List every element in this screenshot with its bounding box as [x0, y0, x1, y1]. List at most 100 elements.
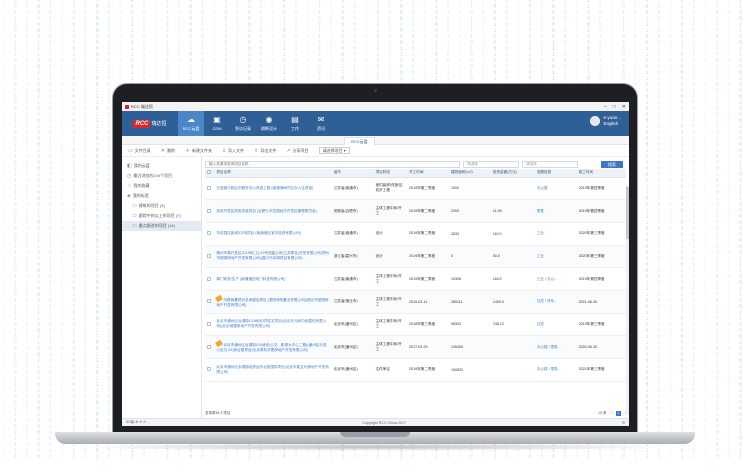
- row-checkbox[interactable]: [205, 199, 215, 223]
- tab-rcc-cloud[interactable]: RCC云盘: [344, 137, 375, 145]
- table-row[interactable]: 华宏园区新城5万吨项目 (南通港区宝华投资有限公司) 江苏省(南通市) 设计 2019…: [205, 222, 626, 246]
- cell-progress[interactable]: 工业: [534, 222, 577, 246]
- logo-text: 瑞达恒: [151, 121, 167, 127]
- column-header[interactable]: 开工时间: [407, 169, 449, 178]
- table-row[interactable]: 五冠镇行政区划服务中心改造工程 (南通港闸开区办入住改造) 江苏省(南通市) 室内装…: [205, 177, 626, 201]
- column-header[interactable]: 项目阶段: [373, 169, 408, 178]
- user-menu[interactable]: e-yuan... English: [590, 115, 621, 126]
- toolbar-button[interactable]: ✕ 删除: [161, 148, 175, 154]
- cell-progress[interactable]: 办公楼: [534, 177, 577, 201]
- nav-item[interactable]: ◷ 到访记录: [230, 111, 256, 136]
- nav-item[interactable]: ✉ 资讯: [308, 111, 334, 136]
- language-switch[interactable]: English: [603, 121, 621, 126]
- row-checkbox[interactable]: [205, 358, 215, 382]
- search-input[interactable]: [205, 160, 460, 168]
- table-row[interactable]: 北京市通州区永顺镇地质运作北苑国际项目(北京宇能互利房地产开发有限公司) 北京市(…: [205, 358, 626, 382]
- filter-select-1[interactable]: 请选择: [463, 160, 519, 168]
- nav-item[interactable]: ☁ RCC云盘: [178, 111, 204, 136]
- close-icon[interactable]: ✕: [622, 104, 626, 110]
- project-table: 项目名称 省市 项目阶段 开工时间 建筑面积(m2) 投资金额(万元) 进展信息 竣工时间 五…: [205, 169, 626, 382]
- cell-progress[interactable]: 工业: [534, 245, 577, 269]
- table-row[interactable]: 随州市某开发区2018年(工)-20号西墓公司(江苏泰仓)开发有限公司(郑州市铜…: [205, 245, 626, 269]
- nav-item[interactable]: ◉ 隔断设计: [256, 111, 282, 136]
- cell-start: 2019年第二季度: [407, 267, 449, 291]
- column-header[interactable]: 进展信息: [534, 169, 577, 178]
- minimize-icon[interactable]: –: [604, 104, 607, 110]
- rain-column: 0111101000100011100111011110100010001110…: [715, 0, 719, 460]
- row-checkbox[interactable]: [205, 290, 215, 314]
- project-name-link[interactable]: 北京市通州区台湖镇104地块(公交、影视大中心二期)(通州区示范小区万-02)综…: [214, 335, 332, 359]
- filter-select-2[interactable]: 请选择: [522, 160, 578, 168]
- column-header[interactable]: 省市: [331, 169, 374, 178]
- row-checkbox[interactable]: [205, 222, 215, 246]
- rain-column: 1111010001000111001110111101000100011100…: [95, 0, 99, 460]
- message-icon[interactable]: ✉: [622, 421, 625, 425]
- prev-page-icon[interactable]: ‹: [611, 411, 612, 415]
- next-page-icon[interactable]: ›: [625, 411, 626, 415]
- table-scrollbar[interactable]: [626, 185, 629, 415]
- nav-item[interactable]: ▤ 工作: [282, 111, 308, 136]
- row-checkbox[interactable]: [205, 267, 215, 291]
- cell-progress[interactable]: 住宅: [534, 313, 577, 337]
- cell-region: 江苏省(宿迁市): [331, 290, 374, 314]
- select-all-checkbox[interactable]: [205, 169, 215, 178]
- project-name-link[interactable]: 北京市通州区永顺镇地质运作北苑国际项目(北京宇能互利房地产开发有限公司): [214, 358, 332, 382]
- table-row[interactable]: 鸿联商置项目总承建设项目 (泗阳沭阳置业有限公司)(宿迁市富园房地产开发有限公司…: [205, 290, 626, 314]
- cell-progress[interactable]: 办公楼 / 零售...: [534, 335, 577, 359]
- column-header[interactable]: 竣工时间: [576, 169, 626, 178]
- toolbar-button[interactable]: ＋新建文件夹: [185, 147, 212, 155]
- rain-column: 1000100011100111011110100010001110011101…: [83, 0, 87, 460]
- project-name-link[interactable]: 双凤开发区风电安装项目 (合肥七丰花园经济开发区管理委员会): [214, 199, 332, 223]
- sidebar-item[interactable]: ▭ 建筑的项目 (3): [122, 201, 201, 211]
- page-size-select[interactable]: 15 条: [598, 411, 607, 416]
- column-header[interactable]: 建筑面积(m2): [448, 169, 491, 178]
- project-name-link[interactable]: 随州市某开发区2018年(工)-20号西墓公司(江苏泰仓)开发有限公司(郑州市铜…: [214, 245, 332, 269]
- project-name-link[interactable]: 鸿联商置项目总承建设项目 (泗阳沭阳置业有限公司)(宿迁市富园房地产开发有限公司…: [214, 290, 332, 314]
- search-button[interactable]: 搜索: [601, 160, 623, 168]
- project-name-link[interactable]: 五冠镇行政区划服务中心改造工程 (南通港闸开区办入住改造): [214, 177, 332, 201]
- project-name-link[interactable]: 辉门研发/生产 (南通福田电门科技有限公司): [214, 267, 332, 291]
- row-checkbox[interactable]: [205, 335, 215, 359]
- sidebar-item[interactable]: ◷ 最近浏览的100个项目: [122, 171, 201, 181]
- column-header[interactable]: 项目名称: [214, 169, 332, 178]
- row-checkbox[interactable]: [205, 313, 215, 337]
- app-screen: RCC 瑞达恒 – □ ✕ RCC 瑞达恒 ☁ RCC云盘 ▣ CRM ◷ 到访记录 ◉ 隔断…: [122, 102, 629, 426]
- mail-icon: ✉: [317, 114, 325, 124]
- tag-icon: ◈: [127, 193, 131, 199]
- toolbar-button[interactable]: ↗ 分享项目: [286, 148, 308, 154]
- project-select[interactable]: 请选择项目 ▾: [318, 147, 350, 154]
- top-navbar: RCC 瑞达恒 ☁ RCC云盘 ▣ CRM ◷ 到访记录 ◉ 隔断设计 ▤ 工作 ✉ 资讯 e-yua…: [122, 111, 629, 136]
- project-name-link[interactable]: 北京市通州区台湖镇104地块3项住宅项目(北京天元和中经建设有限公司)(北京城建…: [214, 313, 332, 337]
- table-row[interactable]: 北京市通州区台湖镇104地块(公交、影视大中心二期)(通州区示范小区万-02)综…: [205, 335, 626, 359]
- rain-column: 0001110011101111010001000111001110111101…: [72, 0, 76, 460]
- toolbar-button[interactable]: ⇧ 导出文件: [254, 148, 276, 154]
- sidebar-item[interactable]: ◈ 我的标签: [122, 191, 201, 201]
- scroll-thumb[interactable]: [626, 187, 629, 239]
- cell-progress[interactable]: 住宅 / 停车...: [534, 290, 577, 314]
- project-name-link[interactable]: 华宏园区新城5万吨项目 (南通港区宝华投资有限公司): [214, 222, 332, 246]
- sidebar-item[interactable]: ☆ 我的收藏: [122, 181, 201, 191]
- sidebar-item[interactable]: ▭ 重点跟进的项目 (14): [122, 221, 201, 231]
- cell-progress[interactable]: 办公楼 / 零售...: [534, 358, 577, 382]
- sidebar-item-label: 我的标签: [132, 193, 149, 198]
- table-row[interactable]: 辉门研发/生产 (南通福田电门科技有限公司) 江苏省(南通市) 主体工程中标/开工 2…: [205, 267, 626, 291]
- table-row[interactable]: 北京市通州区台湖镇104地块3项住宅项目(北京天元和中经建设有限公司)(北京城建…: [205, 313, 626, 337]
- sidebar-item[interactable]: ▭ 跟踪中的以上的项目 (7): [122, 211, 201, 221]
- rain-column: 0100010001110011101111010001000111001110…: [704, 0, 708, 460]
- maximize-icon[interactable]: □: [613, 104, 616, 110]
- cell-progress[interactable]: 零售: [534, 199, 577, 223]
- nav-item[interactable]: ▣ CRM: [204, 111, 230, 136]
- folder-icon: ▭: [132, 223, 137, 229]
- column-header[interactable]: 投资金额(万元): [490, 169, 535, 178]
- row-checkbox[interactable]: [205, 245, 215, 269]
- cell-invest: [490, 335, 535, 359]
- current-page[interactable]: 1: [615, 410, 621, 416]
- toolbar-button[interactable]: ⇩ 导入文件: [222, 148, 244, 154]
- cell-progress[interactable]: 工业 / 办公...: [534, 267, 577, 291]
- row-checkbox[interactable]: [205, 177, 215, 201]
- sidebar-item[interactable]: ◧ 我的云盘: [122, 161, 201, 171]
- table-row[interactable]: 双凤开发区风电安装项目 (合肥七丰花园经济开发区管理委员会) 安徽省(合肥市) 主体…: [205, 199, 626, 223]
- rain-column: 0010001110011101111010001000111001110111…: [645, 0, 649, 460]
- toolbar-button[interactable]: ▭ 文件目录: [128, 148, 151, 154]
- folder-icon: ▭: [132, 203, 137, 209]
